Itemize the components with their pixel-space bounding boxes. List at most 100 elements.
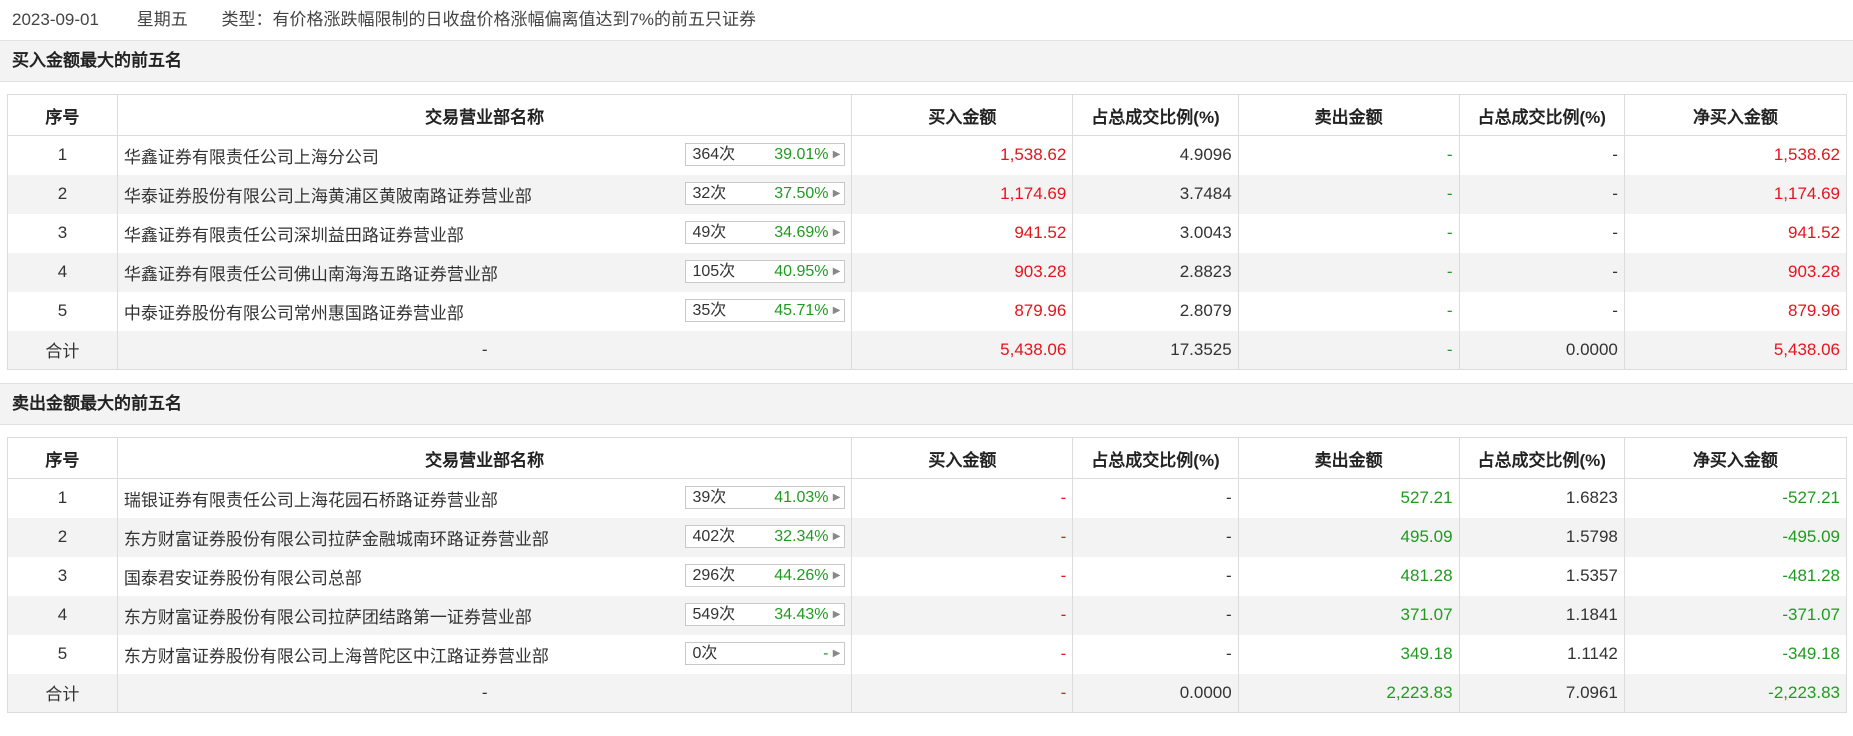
table-row: 2 东方财富证券股份有限公司拉萨金融城南环路证券营业部 402次 32.34% ▶ - -4… bbox=[7, 517, 1848, 557]
branch-name-link[interactable]: 中泰证券股份有限公司常州惠国路证券营业部 bbox=[124, 304, 464, 323]
buy-amount: 903.28 bbox=[851, 252, 1074, 292]
sell-amount: 349.18 bbox=[1237, 634, 1460, 674]
sell-ratio: - bbox=[1458, 174, 1625, 214]
col-sell-pct: 占总成交比例(%) bbox=[1458, 94, 1625, 136]
branch-cell: 华鑫证券有限责任公司佛山南海海五路证券营业部 105次 40.95% ▶ bbox=[116, 252, 853, 292]
buy-amount: - bbox=[851, 595, 1074, 635]
win-rate: 44.26% bbox=[774, 566, 829, 584]
branch-stats-button[interactable]: 39次 41.03% ▶ bbox=[685, 486, 846, 509]
list-type: 类型：有价格涨跌幅限制的日收盘价格涨幅偏离值达到7%的前五只证券 bbox=[221, 10, 757, 29]
table-row: 3 华鑫证券有限责任公司深圳益田路证券营业部 49次 34.69% ▶ 941.52 3.0… bbox=[7, 213, 1848, 253]
branch-name-link[interactable]: 华鑫证券有限责任公司佛山南海海五路证券营业部 bbox=[124, 265, 498, 284]
buy-ratio: 2.8079 bbox=[1072, 291, 1239, 331]
trade-weekday: 星期五 bbox=[136, 10, 188, 29]
triangle-right-icon: ▶ bbox=[832, 569, 841, 581]
buy-amount: - bbox=[851, 634, 1074, 674]
triangle-right-icon: ▶ bbox=[832, 492, 841, 503]
sell-section-title: 卖出金额最大的前五名 bbox=[0, 383, 1853, 425]
branch-stats-button[interactable]: 105次 40.95% ▶ bbox=[685, 259, 846, 283]
net-amount: 941.52 bbox=[1623, 213, 1848, 253]
sell-ratio: 1.6823 bbox=[1458, 478, 1625, 518]
branch-name-link[interactable]: 瑞银证券有限责任公司上海花园石桥路证券营业部 bbox=[124, 491, 498, 510]
branch-cell: 东方财富证券股份有限公司拉萨金融城南环路证券营业部 402次 32.34% ▶ bbox=[116, 517, 853, 557]
buy-ratio: - bbox=[1072, 517, 1239, 557]
net-amount: 903.28 bbox=[1623, 252, 1848, 292]
win-rate: 45.71% bbox=[774, 301, 829, 319]
buy-table: 序号 交易营业部名称 买入金额 占总成交比例(%) 卖出金额 占总成交比例(%)… bbox=[7, 94, 1848, 370]
col-branch: 交易营业部名称 bbox=[116, 437, 853, 479]
branch-stats-button[interactable]: 0次 - ▶ bbox=[685, 641, 846, 665]
row-no: 5 bbox=[7, 291, 118, 331]
row-no: 3 bbox=[7, 556, 118, 596]
branch-stats-button[interactable]: 32次 37.50% ▶ bbox=[685, 181, 846, 205]
listing-count: 296次 bbox=[692, 566, 736, 584]
net-amount: -481.28 bbox=[1623, 556, 1848, 596]
sell-amount: 495.09 bbox=[1237, 517, 1460, 557]
win-rate: 41.03% bbox=[774, 489, 829, 506]
branch-cell: 国泰君安证券股份有限公司总部 296次 44.26% ▶ bbox=[116, 556, 853, 596]
branch-name-link[interactable]: 东方财富证券股份有限公司上海普陀区中江路证券营业部 bbox=[124, 647, 549, 666]
buy-amount: - bbox=[851, 478, 1074, 518]
row-no: 1 bbox=[7, 135, 118, 175]
col-buy: 买入金额 bbox=[851, 94, 1074, 136]
branch-name-link[interactable]: 国泰君安证券股份有限公司总部 bbox=[124, 569, 362, 588]
listing-count: 0次 bbox=[692, 644, 718, 662]
buy-ratio: 4.9096 bbox=[1072, 135, 1239, 175]
sell-ratio: 1.5357 bbox=[1458, 556, 1625, 596]
branch-stats-button[interactable]: 35次 45.71% ▶ bbox=[685, 298, 846, 322]
buy-section-title: 买入金额最大的前五名 bbox=[0, 40, 1853, 82]
sell-amount: 371.07 bbox=[1237, 595, 1460, 635]
branch-stats-button[interactable]: 549次 34.43% ▶ bbox=[685, 602, 846, 626]
listing-count: 364次 bbox=[692, 146, 736, 163]
branch-name-link[interactable]: 东方财富证券股份有限公司拉萨金融城南环路证券营业部 bbox=[124, 530, 549, 549]
table-row: 4 华鑫证券有限责任公司佛山南海海五路证券营业部 105次 40.95% ▶ 903.28… bbox=[7, 252, 1848, 292]
sell-amount: 527.21 bbox=[1237, 478, 1460, 518]
row-no: 5 bbox=[7, 634, 118, 674]
branch-stats-button[interactable]: 49次 34.69% ▶ bbox=[685, 220, 846, 244]
table-row: 1 瑞银证券有限责任公司上海花园石桥路证券营业部 39次 41.03% ▶ - -527.2… bbox=[7, 478, 1848, 518]
buy-amount: - bbox=[851, 556, 1074, 596]
col-sell: 卖出金额 bbox=[1237, 94, 1460, 136]
table-header-row: 序号 交易营业部名称 买入金额 占总成交比例(%) 卖出金额 占总成交比例(%)… bbox=[7, 94, 1848, 136]
net-amount: 1,538.62 bbox=[1623, 135, 1848, 175]
col-sell-pct: 占总成交比例(%) bbox=[1458, 437, 1625, 479]
branch-cell: 东方财富证券股份有限公司上海普陀区中江路证券营业部 0次 - ▶ bbox=[116, 634, 853, 674]
total-sell-ratio: 7.0961 bbox=[1458, 673, 1625, 713]
branch-stats-button[interactable]: 296次 44.26% ▶ bbox=[685, 563, 846, 587]
buy-amount: - bbox=[851, 517, 1074, 557]
row-no: 2 bbox=[7, 517, 118, 557]
buy-ratio: - bbox=[1072, 595, 1239, 635]
buy-amount: 879.96 bbox=[851, 291, 1074, 331]
total-branch: - bbox=[116, 673, 853, 713]
branch-cell: 华鑫证券有限责任公司上海分公司 364次 39.01% ▶ bbox=[116, 135, 853, 175]
buy-ratio: - bbox=[1072, 634, 1239, 674]
col-buy-pct: 占总成交比例(%) bbox=[1072, 437, 1239, 479]
table-row: 5 东方财富证券股份有限公司上海普陀区中江路证券营业部 0次 - ▶ - -349.18 1.… bbox=[7, 634, 1848, 674]
total-buy: 5,438.06 bbox=[851, 330, 1074, 370]
branch-name-link[interactable]: 华鑫证券有限责任公司深圳益田路证券营业部 bbox=[124, 226, 464, 245]
branch-cell: 华鑫证券有限责任公司深圳益田路证券营业部 49次 34.69% ▶ bbox=[116, 213, 853, 253]
row-no: 1 bbox=[7, 478, 118, 518]
branch-stats-button[interactable]: 402次 32.34% ▶ bbox=[685, 524, 846, 548]
branch-name-link[interactable]: 东方财富证券股份有限公司拉萨团结路第一证券营业部 bbox=[124, 608, 532, 627]
branch-name-link[interactable]: 华鑫证券有限责任公司上海分公司 bbox=[124, 148, 379, 167]
branch-name-link[interactable]: 华泰证券股份有限公司上海黄浦区黄陂南路证券营业部 bbox=[124, 187, 532, 206]
branch-stats-button[interactable]: 364次 39.01% ▶ bbox=[685, 143, 846, 166]
listing-count: 35次 bbox=[692, 301, 727, 319]
win-rate: 34.43% bbox=[774, 605, 829, 623]
table-row: 4 东方财富证券股份有限公司拉萨团结路第一证券营业部 549次 34.43% ▶ - -37… bbox=[7, 595, 1848, 635]
total-buy: - bbox=[851, 673, 1074, 713]
win-rate: 34.69% bbox=[774, 223, 829, 241]
row-no: 4 bbox=[7, 252, 118, 292]
win-rate: 32.34% bbox=[774, 527, 829, 545]
branch-cell: 华泰证券股份有限公司上海黄浦区黄陂南路证券营业部 32次 37.50% ▶ bbox=[116, 174, 853, 214]
listing-count: 105次 bbox=[692, 262, 736, 280]
buy-amount: 1,538.62 bbox=[851, 135, 1074, 175]
table-row: 1 华鑫证券有限责任公司上海分公司 364次 39.01% ▶ 1,538.62 4.909… bbox=[7, 135, 1848, 175]
total-net: 5,438.06 bbox=[1623, 330, 1848, 370]
table-row: 3 国泰君安证券股份有限公司总部 296次 44.26% ▶ - -481.28 1.5357… bbox=[7, 556, 1848, 596]
sell-ratio: 1.1142 bbox=[1458, 634, 1625, 674]
col-branch: 交易营业部名称 bbox=[116, 94, 853, 136]
sell-ratio: - bbox=[1458, 291, 1625, 331]
row-no: 4 bbox=[7, 595, 118, 635]
